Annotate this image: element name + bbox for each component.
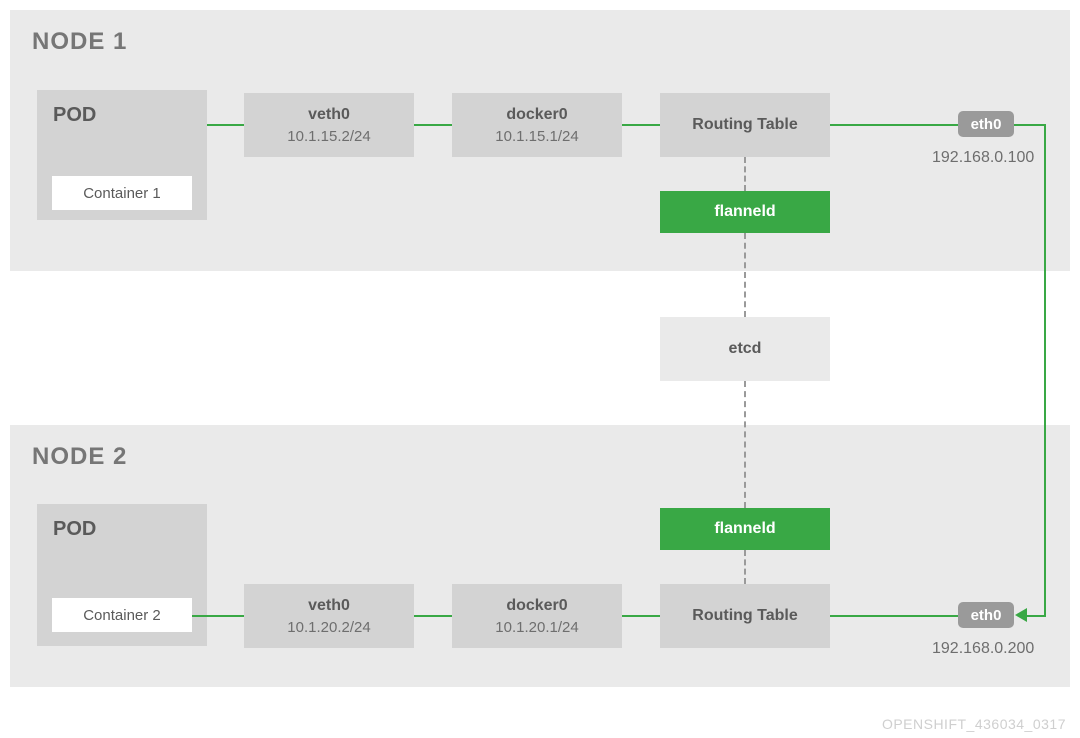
conn-n1-routing-eth — [830, 124, 958, 126]
node-2-docker-cidr: 10.1.20.1/24 — [495, 619, 578, 636]
node-1-eth0-tag: eth0 — [958, 111, 1014, 137]
watermark: OPENSHIFT_436034_0317 — [882, 716, 1066, 732]
etcd-box: etcd — [660, 317, 830, 381]
node-1-docker-cidr: 10.1.15.1/24 — [495, 128, 578, 145]
conn-n2-veth-docker — [414, 615, 452, 617]
node-1-routing-table: Routing Table — [660, 93, 830, 157]
dash-n1-flanneld-etcd — [744, 233, 746, 317]
node-2-docker: docker0 10.1.20.1/24 — [452, 584, 622, 648]
conn-n2-container-veth — [192, 615, 244, 617]
node-1-veth-name: veth0 — [308, 106, 350, 124]
node-2-docker-name: docker0 — [506, 597, 567, 615]
node-1-pod-label: POD — [37, 90, 207, 127]
loop-arrow-icon — [1015, 608, 1027, 622]
node-1-title: NODE 1 — [32, 28, 1048, 56]
loop-right-v — [1044, 124, 1046, 617]
node-1-veth-cidr: 10.1.15.2/24 — [287, 128, 370, 145]
node-2-pod-label: POD — [37, 504, 207, 541]
node-2-veth-cidr: 10.1.20.2/24 — [287, 619, 370, 636]
loop-top-h — [1014, 124, 1046, 126]
dash-n1-routing-flanneld — [744, 157, 746, 191]
conn-n2-docker-routing — [622, 615, 660, 617]
node-1-eth0-ip: 192.168.0.100 — [932, 149, 1034, 167]
node-2-flanneld: flanneld — [660, 508, 830, 550]
node-2-routing-table: Routing Table — [660, 584, 830, 648]
node-2-container: Container 2 — [52, 598, 192, 632]
node-2-eth0-ip: 192.168.0.200 — [932, 640, 1034, 658]
dash-n2-flanneld-routing — [744, 550, 746, 584]
conn-n2-routing-eth — [830, 615, 958, 617]
node-1-veth: veth0 10.1.15.2/24 — [244, 93, 414, 157]
node-1-flanneld: flanneld — [660, 191, 830, 233]
node-1-routing-label: Routing Table — [692, 116, 797, 134]
node-2-veth-name: veth0 — [308, 597, 350, 615]
conn-n1-veth-docker — [414, 124, 452, 126]
node-1-docker-name: docker0 — [506, 106, 567, 124]
node-2-routing-label: Routing Table — [692, 607, 797, 625]
loop-bottom-h — [1026, 615, 1046, 617]
diagram-stage: NODE 1 NODE 2 POD Container 1 veth0 10.1… — [0, 0, 1080, 738]
node-2-veth: veth0 10.1.20.2/24 — [244, 584, 414, 648]
node-1-container: Container 1 — [52, 176, 192, 210]
node-2-eth0-tag: eth0 — [958, 602, 1014, 628]
conn-n1-docker-routing — [622, 124, 660, 126]
dash-etcd-n2-flanneld — [744, 381, 746, 508]
conn-n1-pod-veth — [207, 124, 244, 126]
node-1-docker: docker0 10.1.15.1/24 — [452, 93, 622, 157]
node-2-title: NODE 2 — [32, 443, 1048, 471]
